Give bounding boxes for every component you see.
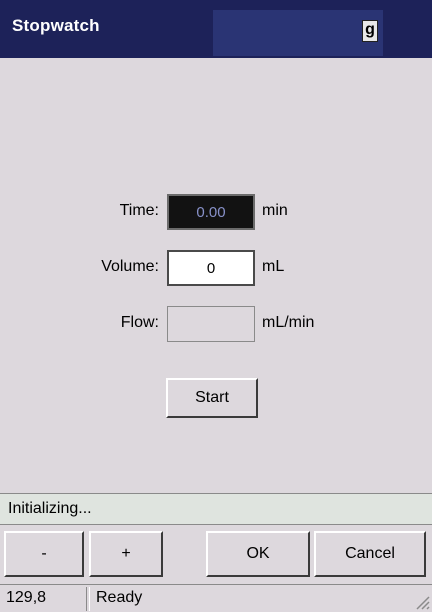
volume-unit: mL bbox=[262, 258, 285, 275]
time-unit: min bbox=[262, 202, 288, 219]
flow-display bbox=[167, 306, 255, 342]
window-title: Stopwatch bbox=[12, 16, 100, 35]
time-label: Time: bbox=[119, 202, 159, 219]
status-bar-divider bbox=[86, 587, 90, 611]
time-display: 0.00 bbox=[167, 194, 255, 230]
ready-status: Ready bbox=[96, 589, 143, 606]
volume-input[interactable]: 0 bbox=[167, 250, 255, 286]
coordinate-readout: 129,8 bbox=[6, 589, 47, 606]
increment-button[interactable]: + bbox=[89, 531, 163, 577]
time-row: Time: 0.00 min bbox=[0, 194, 432, 230]
input-mode-indicator[interactable]: g bbox=[362, 20, 378, 42]
cancel-button[interactable]: Cancel bbox=[314, 531, 426, 577]
title-bar-field[interactable] bbox=[213, 10, 383, 56]
resize-grip-icon[interactable] bbox=[414, 594, 430, 610]
flow-row: Flow: mL/min bbox=[0, 306, 432, 342]
decrement-button[interactable]: - bbox=[4, 531, 84, 577]
status-bar: 129,8 Ready bbox=[0, 584, 432, 612]
flow-unit: mL/min bbox=[262, 314, 315, 331]
start-button[interactable]: Start bbox=[166, 378, 258, 418]
flow-label: Flow: bbox=[120, 314, 159, 331]
volume-row: Volume: 0 mL bbox=[0, 250, 432, 286]
ok-button[interactable]: OK bbox=[206, 531, 310, 577]
volume-label: Volume: bbox=[101, 258, 159, 275]
status-area: Initializing... bbox=[0, 493, 432, 525]
title-bar: Stopwatch g bbox=[0, 0, 432, 58]
status-message: Initializing... bbox=[8, 500, 92, 517]
